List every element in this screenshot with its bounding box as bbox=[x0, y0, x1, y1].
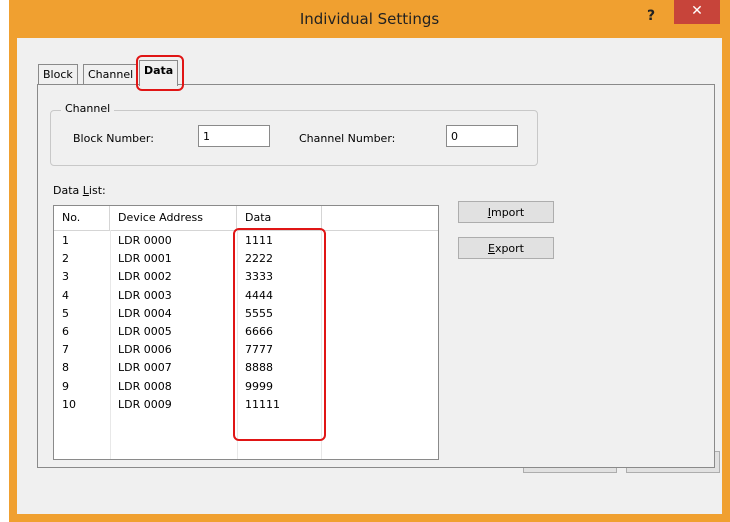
row-no-cell: 8 bbox=[62, 361, 69, 375]
row-address-cell: LDR 0001 bbox=[118, 252, 172, 266]
row-no-cell: 9 bbox=[62, 379, 69, 393]
column-header-device-address[interactable]: Device Address bbox=[110, 206, 237, 230]
highlight-data-column bbox=[233, 228, 326, 441]
dialog-window: Individual Settings ? ✕ Block Channel Da… bbox=[9, 0, 730, 522]
row-no-cell: 2 bbox=[62, 252, 69, 266]
channel-group-title: Channel bbox=[61, 102, 115, 115]
row-no-cell: 1 bbox=[62, 234, 69, 247]
row-address-cell: LDR 0004 bbox=[118, 306, 172, 320]
row-address-cell: LDR 0009 bbox=[118, 397, 172, 411]
row-no-cell: 7 bbox=[62, 343, 69, 357]
row-no-cell: 3 bbox=[62, 270, 69, 284]
highlight-data-tab bbox=[136, 55, 184, 91]
window-title: Individual Settings bbox=[299, 10, 440, 28]
export-button[interactable]: Export bbox=[458, 237, 554, 259]
data-list-label: Data List: bbox=[53, 184, 106, 197]
row-address-cell: LDR 0005 bbox=[118, 325, 172, 338]
dialog-client-area: Block Channel Data Channel Block Number:… bbox=[17, 38, 722, 514]
row-address-cell: LDR 0000 bbox=[118, 234, 172, 247]
channel-number-field[interactable]: 0 bbox=[446, 125, 518, 147]
data-tab-panel: Channel Block Number: 1 Channel Number: … bbox=[37, 84, 715, 468]
row-address-cell: LDR 0003 bbox=[118, 288, 172, 302]
row-address-cell: LDR 0002 bbox=[118, 270, 172, 284]
channel-number-label: Channel Number: bbox=[299, 132, 396, 145]
row-address-cell: LDR 0007 bbox=[118, 361, 172, 375]
row-no-cell: 6 bbox=[62, 325, 69, 338]
column-header-no[interactable]: No. bbox=[54, 206, 110, 230]
row-no-cell: 10 bbox=[62, 397, 76, 411]
block-number-label: Block Number: bbox=[73, 132, 154, 145]
row-address-cell: LDR 0006 bbox=[118, 343, 172, 357]
row-no-cell: 4 bbox=[62, 288, 69, 302]
close-button[interactable]: ✕ bbox=[674, 0, 720, 24]
tab-block[interactable]: Block bbox=[38, 64, 78, 85]
block-number-field[interactable]: 1 bbox=[198, 125, 270, 147]
title-bar[interactable]: Individual Settings ? ✕ bbox=[9, 0, 730, 38]
column-header-data[interactable]: Data bbox=[237, 206, 322, 230]
channel-groupbox: Channel Block Number: 1 Channel Number: … bbox=[50, 102, 538, 166]
row-address-cell: LDR 0008 bbox=[118, 379, 172, 393]
help-button[interactable]: ? bbox=[638, 6, 664, 26]
tab-channel[interactable]: Channel bbox=[83, 64, 139, 85]
row-no-cell: 5 bbox=[62, 306, 69, 320]
import-button[interactable]: Import bbox=[458, 201, 554, 223]
